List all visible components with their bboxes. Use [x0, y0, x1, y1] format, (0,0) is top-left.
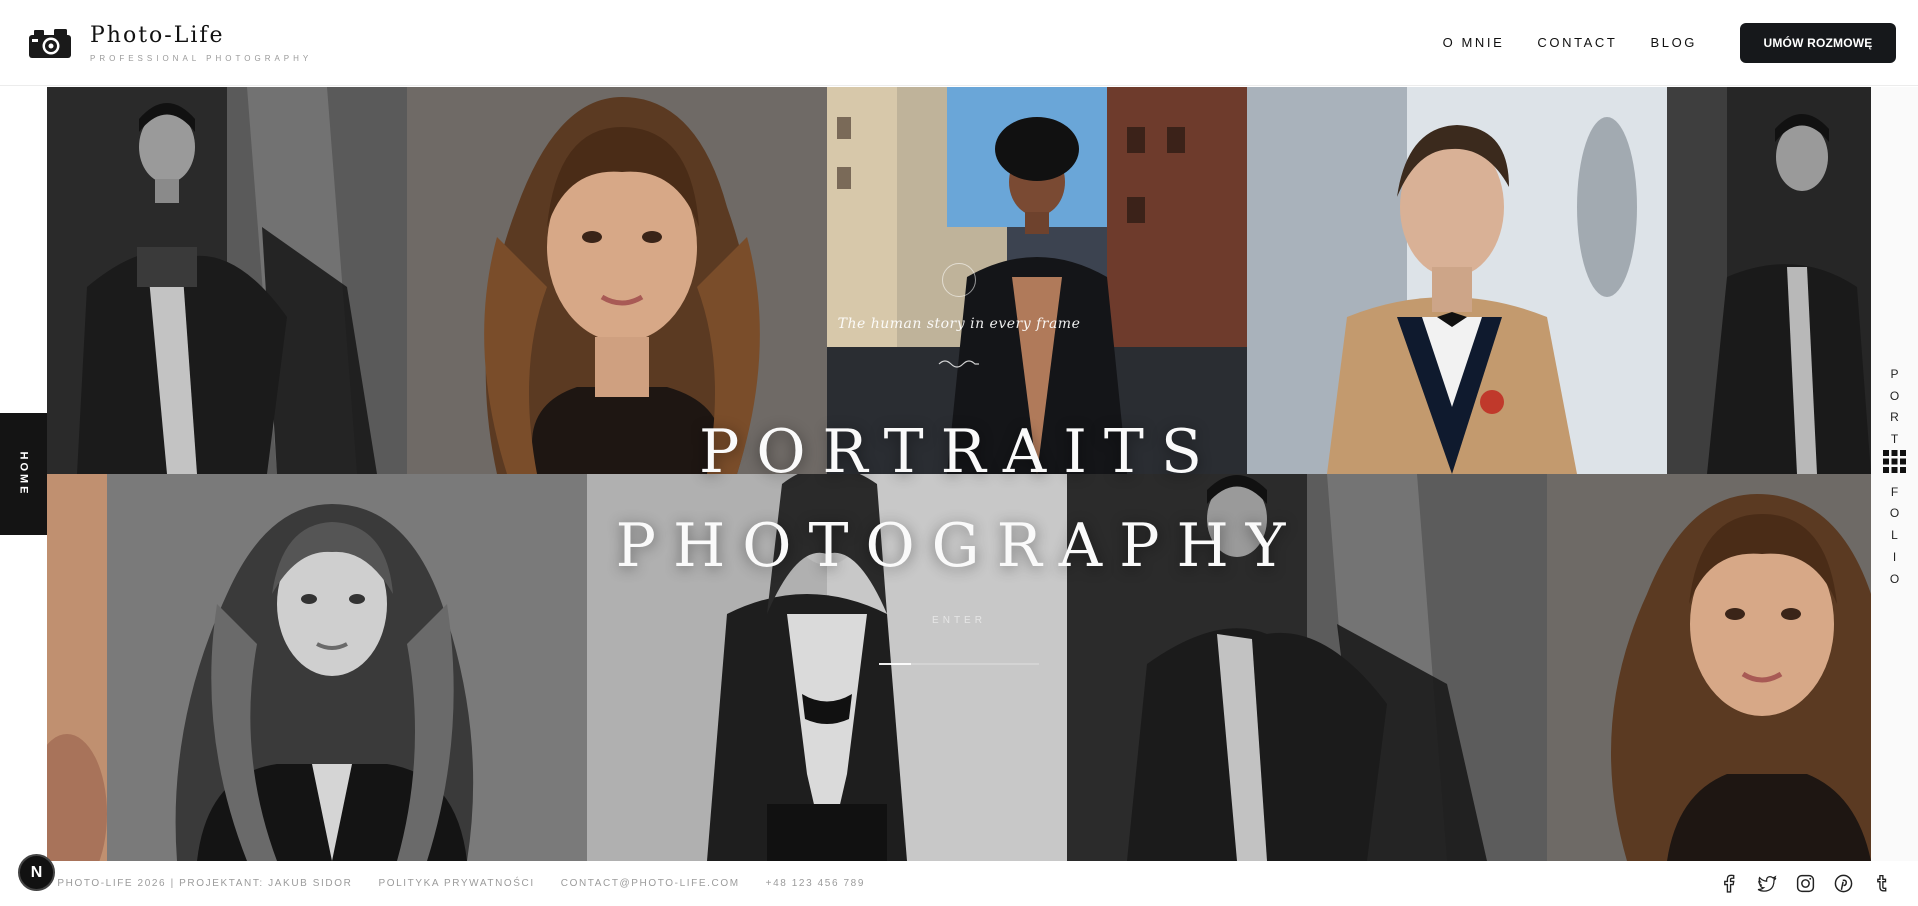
instagram-icon[interactable] [1795, 873, 1816, 894]
portfolio-letter: O [1889, 388, 1900, 403]
tile-woman-hair-bw[interactable] [47, 474, 587, 861]
site-header: Photo-Life PROFESSIONAL PHOTOGRAPHY O MN… [0, 0, 1918, 86]
brand[interactable]: Photo-Life PROFESSIONAL PHOTOGRAPHY [28, 23, 312, 63]
portfolio-letter: O [1889, 571, 1900, 586]
portfolio-letter: P [1890, 367, 1899, 381]
pinterest-icon[interactable] [1833, 873, 1854, 894]
tumblr-icon[interactable] [1871, 873, 1892, 894]
site-footer: © PHOTO-LIFE 2026 | PROJEKTANT: JAKUB SI… [0, 861, 1918, 906]
tile-woman-color-edge[interactable] [1547, 474, 1871, 861]
portfolio-side-tab[interactable]: PORTFOLIO [1871, 87, 1918, 861]
portfolio-letter: R [1890, 410, 1899, 425]
portfolio-letter: L [1891, 528, 1898, 543]
tile-man-coat-bw-edge[interactable] [1667, 87, 1871, 474]
tile-man-street-color[interactable] [827, 87, 1247, 474]
grid-icon[interactable] [1883, 450, 1906, 473]
twitter-icon[interactable] [1757, 873, 1778, 894]
tile-woman-blazer-bw[interactable] [587, 474, 1067, 861]
next-badge[interactable]: N [18, 854, 55, 891]
home-tab-label: HOME [17, 451, 30, 497]
portfolio-tab-label[interactable]: PORTFOLIO [1871, 364, 1918, 590]
facebook-icon[interactable] [1719, 873, 1740, 894]
social-links [1719, 873, 1892, 894]
nav-link-contact[interactable]: CONTACT [1537, 35, 1617, 50]
privacy-policy-link[interactable]: POLITYKA PRYWATNOŚCI [378, 878, 534, 889]
tile-woman-color[interactable] [407, 87, 827, 474]
portfolio-letter: O [1889, 506, 1900, 521]
camera-icon [29, 28, 71, 58]
portfolio-letter: T [1890, 432, 1899, 447]
nav-link-blog[interactable]: BLOG [1650, 35, 1697, 50]
footer-copyright: © PHOTO-LIFE 2026 | PROJEKTANT: JAKUB SI… [44, 878, 353, 889]
home-side-tab[interactable]: HOME [0, 413, 47, 535]
portfolio-letter: I [1892, 549, 1897, 564]
enter-link[interactable]: ENTER [47, 615, 1871, 626]
nav-link-about[interactable]: O MNIE [1443, 35, 1505, 50]
tile-man-coat-bw[interactable] [47, 87, 407, 474]
hero-gallery: The human story in every frame PORTRAITS… [47, 87, 1871, 861]
brand-subtitle: PROFESSIONAL PHOTOGRAPHY [90, 53, 313, 63]
main-nav: O MNIE CONTACT BLOG UMÓW ROZMOWĘ [1443, 22, 1896, 63]
schedule-call-button[interactable]: UMÓW ROZMOWĘ [1740, 22, 1896, 63]
portfolio-letter: F [1890, 484, 1899, 499]
tile-man-tuxedo-color[interactable] [1247, 87, 1667, 474]
footer-email-link[interactable]: CONTACT@PHOTO-LIFE.COM [561, 878, 740, 889]
brand-title: Photo-Life [90, 22, 225, 48]
tile-man-coat-bw-2[interactable] [1067, 474, 1547, 861]
footer-phone-link[interactable]: +48 123 456 789 [766, 878, 865, 889]
